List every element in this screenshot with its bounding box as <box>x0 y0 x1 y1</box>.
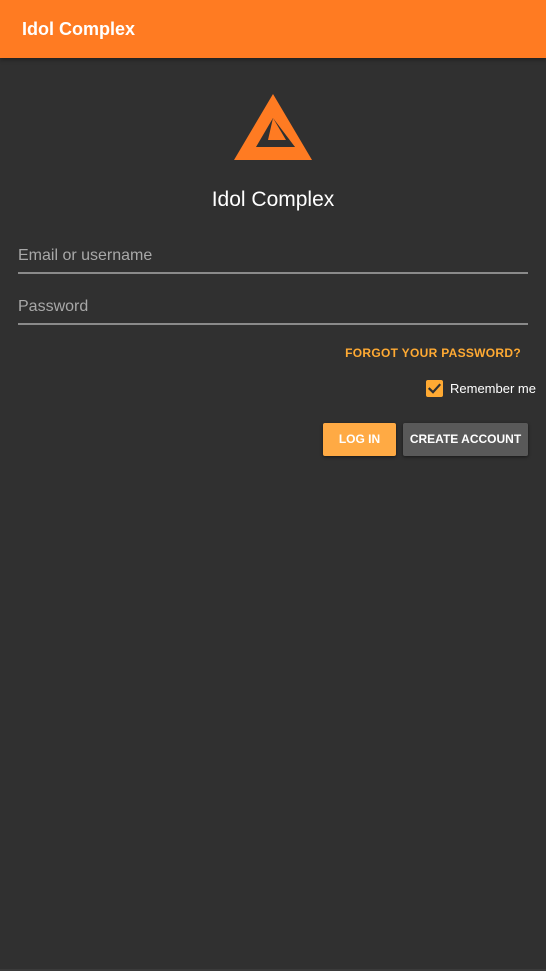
email-input[interactable] <box>18 242 528 270</box>
remember-me-label: Remember me <box>450 381 536 396</box>
password-input[interactable] <box>18 293 528 321</box>
idol-complex-logo-icon <box>234 94 312 160</box>
create-account-button[interactable]: CREATE ACCOUNT <box>403 423 528 456</box>
app-bar-title: Idol Complex <box>22 19 136 39</box>
forgot-password-link[interactable]: FORGOT YOUR PASSWORD? <box>345 346 521 360</box>
app-name-heading: Idol Complex <box>211 188 335 211</box>
login-button[interactable]: LOG IN <box>323 423 396 456</box>
app-bar: Idol Complex <box>0 0 546 58</box>
password-field[interactable] <box>18 293 528 325</box>
checkbox-checked-icon[interactable] <box>426 380 443 397</box>
email-field[interactable] <box>18 242 528 274</box>
